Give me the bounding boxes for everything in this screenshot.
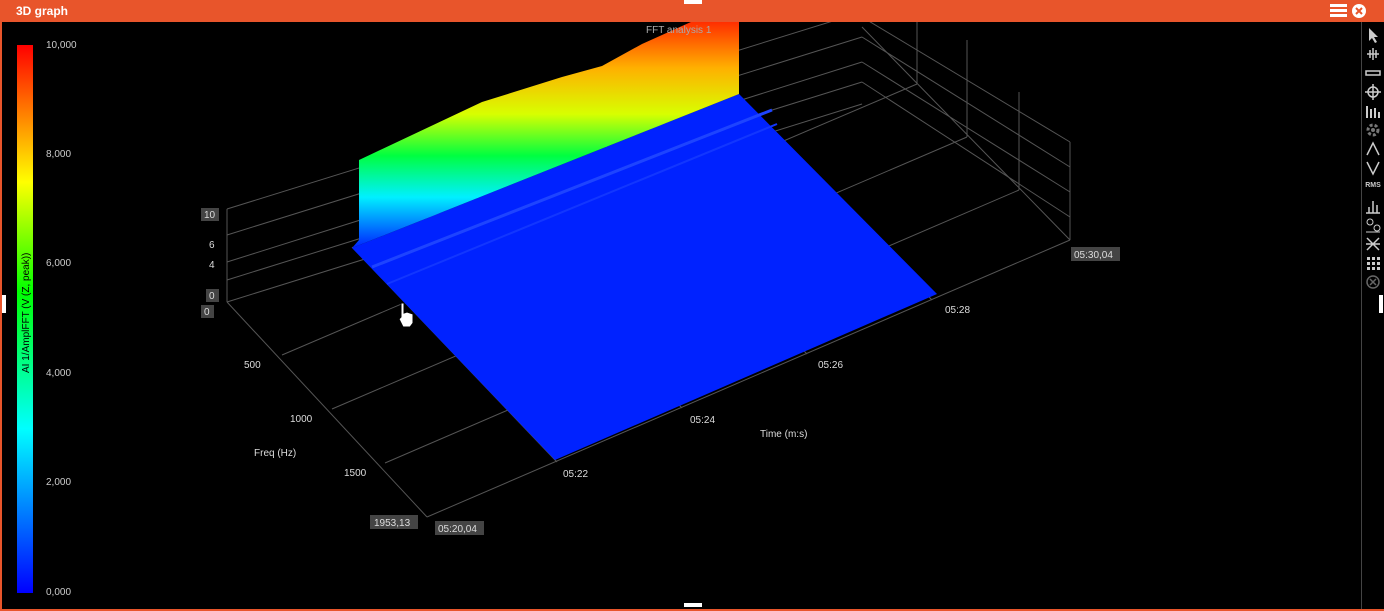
cut-icon[interactable]	[1364, 235, 1382, 253]
resize-handle-right[interactable]	[1379, 295, 1383, 313]
colorbar-label: AI 1/AmplFFT (V (Z, peak))	[21, 253, 32, 373]
close-icon[interactable]	[1351, 3, 1367, 19]
z-tick: 10	[204, 210, 216, 221]
graph-window: 3D graph AI 1/AmplFFT (V (Z, peak)) 10,0…	[0, 0, 1384, 611]
freq-axis-ticks: 500 1000 1500 1953,13	[244, 360, 418, 529]
z-tick: 6	[209, 240, 215, 251]
cursor-icon[interactable]	[1364, 45, 1382, 63]
colorbar-tick: 10,000	[46, 40, 77, 51]
hamburger-menu-icon[interactable]	[1330, 4, 1347, 18]
colorbar-tick: 2,000	[46, 477, 71, 488]
time-axis-label: Time (m:s)	[760, 429, 807, 440]
harmonics-icon[interactable]	[1364, 216, 1382, 234]
resize-handle-top[interactable]	[684, 0, 702, 4]
freq-tick: 1000	[290, 414, 313, 425]
z-axis-ticks: 10 6 4 0 0	[201, 208, 219, 318]
time-tick: 05:26	[818, 360, 843, 371]
resize-handle-left[interactable]	[2, 295, 6, 313]
band-icon[interactable]	[1364, 64, 1382, 82]
z-min-label: 0	[209, 291, 215, 302]
bars-icon[interactable]	[1364, 102, 1382, 120]
colorbar-tick: 4,000	[46, 368, 71, 379]
rms-icon[interactable]: RMS	[1363, 182, 1383, 194]
3d-plot[interactable]: AI 1/AmplFFT (V (Z, peak)) 10,000 8,000 …	[2, 22, 1360, 609]
chart-title: FFT analysis 1	[646, 25, 712, 36]
clear-icon[interactable]	[1364, 273, 1382, 291]
z-min-label: 0	[204, 307, 210, 318]
peak-down-icon[interactable]	[1364, 159, 1382, 177]
peak-up-icon[interactable]	[1364, 140, 1382, 158]
colorbar-ticks: 10,000 8,000 6,000 4,000 2,000 0,000	[46, 40, 77, 598]
window-title: 3D graph	[16, 4, 69, 18]
time-range-end: 05:30,04	[1074, 250, 1113, 261]
colorbar-tick: 6,000	[46, 258, 71, 269]
freq-tick: 1500	[344, 468, 367, 479]
time-tick: 05:22	[563, 469, 588, 480]
graph-toolbar: RMS	[1361, 22, 1384, 609]
histogram-icon[interactable]	[1364, 197, 1382, 215]
crosshair-icon[interactable]	[1364, 83, 1382, 101]
time-tick: 05:28	[945, 305, 970, 316]
freq-tick: 500	[244, 360, 261, 371]
colorbar-tick: 0,000	[46, 587, 71, 598]
gear-icon[interactable]	[1364, 121, 1382, 139]
pointer-icon[interactable]	[1364, 26, 1382, 44]
colorbar-tick: 8,000	[46, 149, 71, 160]
freq-max-label: 1953,13	[374, 518, 411, 529]
z-tick: 4	[209, 260, 215, 271]
freq-axis-label: Freq (Hz)	[254, 448, 296, 459]
grid-icon[interactable]	[1364, 254, 1382, 272]
time-tick: 05:24	[690, 415, 715, 426]
resize-handle-bottom[interactable]	[684, 603, 702, 607]
time-range-start: 05:20,04	[438, 524, 477, 535]
